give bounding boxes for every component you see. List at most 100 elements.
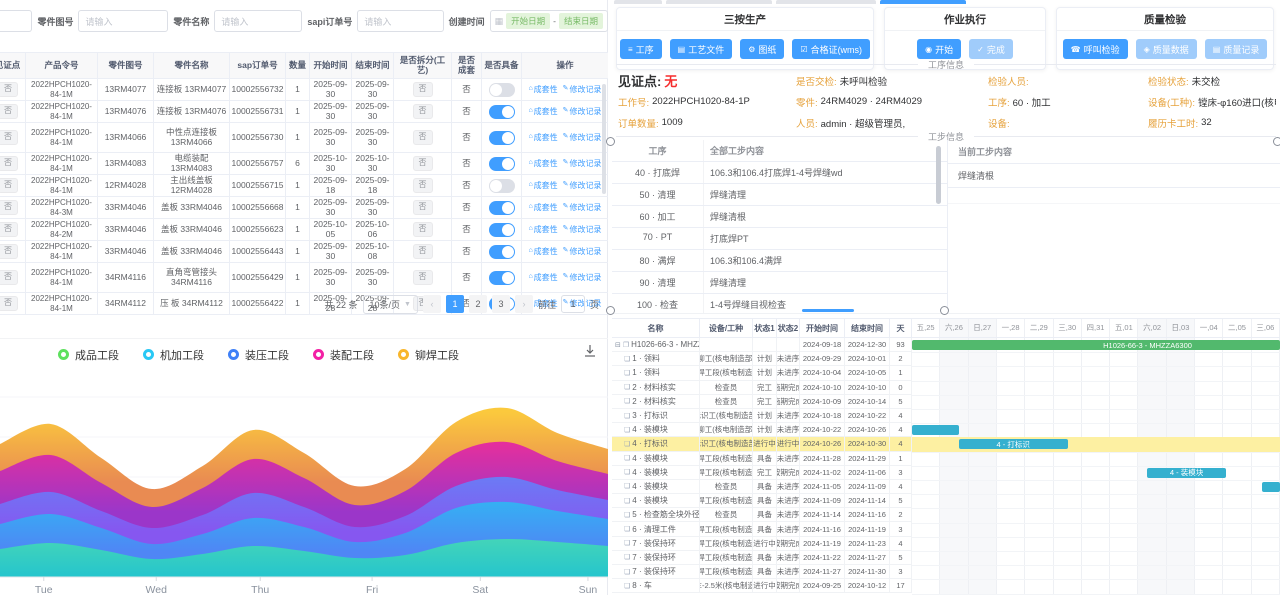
suite-link[interactable]: ⌂成套性 — [528, 181, 557, 190]
suite-link[interactable]: ⌂成套性 — [528, 85, 557, 94]
ready-toggle[interactable] — [489, 223, 515, 237]
ready-toggle[interactable] — [489, 179, 515, 193]
legend-item-装配工段[interactable]: 装配工段 — [313, 347, 374, 363]
record-link[interactable]: ✎修改记录 — [563, 85, 602, 94]
part-drawing-no-input[interactable]: 请输入 — [78, 10, 168, 32]
step-row[interactable]: 50 · 清理焊缝清理 — [612, 184, 947, 206]
page-size-select[interactable]: 10条/页 ▼ — [363, 295, 418, 314]
gantt-row[interactable]: ❏4 · 装模块铆焊工段(核电制造部)具备未进序2024-11-092024-1… — [612, 494, 912, 508]
ready-toggle[interactable] — [489, 271, 515, 285]
gantt-row[interactable]: ❏4 · 装模块铆焊工段(核电制造部)完工按期完成2024-11-022024-… — [612, 466, 912, 480]
suite-link[interactable]: ⌂成套性 — [528, 203, 557, 212]
step-row[interactable]: 80 · 满焊106.3和106.4满焊 — [612, 250, 947, 272]
steps-vertical-scrollbar[interactable] — [936, 146, 941, 204]
resize-handle-bottom-left[interactable] — [606, 306, 615, 315]
step-row[interactable]: 100 · 检查1-4号焊缝目视检查 — [612, 294, 947, 313]
gantt-bar[interactable]: H1026-66-3 - MHZZA6300 — [912, 340, 1280, 350]
legend-item-成品工段[interactable]: 成品工段 — [58, 347, 119, 363]
edit-icon: ✎ — [563, 159, 569, 167]
gantt-bar[interactable] — [1262, 482, 1280, 492]
prev-page-button[interactable]: ‹ — [423, 295, 441, 313]
step-row[interactable]: 70 · PT打底焊PT — [612, 228, 947, 250]
timeline-row-line — [912, 466, 1280, 467]
record-link[interactable]: ✎修改记录 — [563, 107, 602, 116]
goto-page-input[interactable]: 1 — [561, 295, 585, 313]
button-工艺文件[interactable]: ▤工艺文件 — [670, 39, 733, 59]
record-link[interactable]: ✎修改记录 — [563, 203, 602, 212]
button-工序[interactable]: ≡工序 — [620, 39, 662, 59]
step-row[interactable]: 40 · 打底焊106.3和106.4打底焊1-4号焊缝wd — [612, 162, 947, 184]
page-button-3[interactable]: 3 — [492, 295, 510, 313]
gantt-row[interactable]: ❏7 · 装保持环铆焊工段(核电制造部)具备未进序2024-11-272024-… — [612, 565, 912, 579]
page-button-1[interactable]: 1 — [446, 295, 464, 313]
tab-3[interactable] — [776, 0, 876, 4]
ready-toggle[interactable] — [489, 245, 515, 259]
ready-toggle[interactable] — [489, 131, 515, 145]
step-row[interactable]: 60 · 加工焊缝清根 — [612, 206, 947, 228]
partial-filter-input[interactable] — [0, 10, 32, 32]
legend-item-铆焊工段[interactable]: 铆焊工段 — [398, 347, 459, 363]
tab-active[interactable] — [880, 0, 966, 4]
gantt-row[interactable]: ❏7 · 装保持环铆焊工段(核电制造部)具备未进序2024-11-222024-… — [612, 551, 912, 565]
next-page-button[interactable]: › — [515, 295, 533, 313]
ready-toggle[interactable] — [489, 83, 515, 97]
suite-link[interactable]: ⌂成套性 — [528, 247, 557, 256]
part-name-input[interactable]: 请输入 — [214, 10, 302, 32]
gantt-row[interactable]: ❏1 · 领料铆工(核电制造部)计划未进序2024-09-292024-10-0… — [612, 352, 912, 366]
button-图纸[interactable]: ⚙图纸 — [740, 39, 784, 59]
ready-toggle[interactable] — [489, 201, 515, 215]
button-质量数据[interactable]: ◈质量数据 — [1136, 39, 1197, 59]
gantt-row[interactable]: ❏4 · 装模块铆焊工段(核电制造部)具备未进序2024-11-282024-1… — [612, 452, 912, 466]
gantt-bar[interactable] — [912, 425, 959, 435]
tab-1[interactable] — [614, 0, 662, 4]
button-呼叫检验[interactable]: ☎呼叫检验 — [1063, 39, 1128, 59]
tab-2[interactable] — [666, 0, 772, 4]
suite-link[interactable]: ⌂成套性 — [528, 107, 557, 116]
ready-toggle[interactable] — [489, 157, 515, 171]
resize-handle-bottom-mid[interactable] — [940, 306, 949, 315]
column-header: 产品令号 — [26, 53, 98, 78]
gantt-row[interactable]: ❏4 · 打标识标识工(核电制造部)进行中进行中2024-10-262024-1… — [612, 437, 912, 451]
gantt-row[interactable]: ❏7 · 装保持环铆焊工段(核电制造部)进行中按期完成2024-11-19202… — [612, 537, 912, 551]
collapse-icon[interactable]: ⊟ — [615, 341, 621, 349]
record-link[interactable]: ✎修改记录 — [563, 247, 602, 256]
step-row[interactable]: 90 · 清理焊缝清理 — [612, 272, 947, 294]
button-合格证(wms)[interactable]: ☑合格证(wms) — [792, 39, 870, 59]
gantt-row[interactable]: ❏1 · 领料铆焊工段(核电制造部)计划未进序2024-10-042024-10… — [612, 366, 912, 380]
resize-handle-top-right[interactable] — [1273, 137, 1280, 146]
gantt-row[interactable]: ❏4 · 装模块检查员具备未进序2024-11-052024-11-094 — [612, 480, 912, 494]
gantt-row[interactable]: ⊟❐H1026-66-3 - MHZZA63002024-09-182024-1… — [612, 338, 912, 352]
gantt-row[interactable]: ❏5 · 检查筋全块外径检查员具备未进序2024-11-142024-11-16… — [612, 508, 912, 522]
record-link[interactable]: ✎修改记录 — [563, 133, 602, 142]
button-完成[interactable]: ✓完成 — [969, 39, 1013, 59]
record-link[interactable]: ✎修改记录 — [563, 225, 602, 234]
gantt-status1-cell: 计划 — [753, 423, 777, 436]
gantt-row[interactable]: ❏2 · 材料核实检查员完工拖期完成2024-10-102024-10-100 — [612, 381, 912, 395]
legend-item-机加工段[interactable]: 机加工段 — [143, 347, 204, 363]
download-icon[interactable] — [583, 344, 597, 363]
record-link[interactable]: ✎修改记录 — [563, 159, 602, 168]
button-质量记录[interactable]: ▤质量记录 — [1205, 39, 1268, 59]
resize-handle-top-left[interactable] — [606, 137, 615, 146]
legend-item-装压工段[interactable]: 装压工段 — [228, 347, 289, 363]
gantt-bar[interactable]: 4 - 装模块 — [1147, 468, 1226, 478]
record-link[interactable]: ✎修改记录 — [563, 181, 602, 190]
suite-link[interactable]: ⌂成套性 — [528, 225, 557, 234]
created-time-range-picker[interactable]: ▦ 开始日期 - 结束日期 — [490, 10, 608, 32]
gantt-row[interactable]: ❏2 · 材料核实检查员完工拖期完成2024-10-092024-10-145 — [612, 395, 912, 409]
gantt-bar[interactable]: 4 - 打标识 — [959, 439, 1068, 449]
sap-order-input[interactable]: 请输入 — [357, 10, 443, 32]
ready-toggle[interactable] — [489, 105, 515, 119]
page-button-2[interactable]: 2 — [469, 295, 487, 313]
column-header-label: 零件图号 — [108, 61, 142, 71]
button-开始[interactable]: ◉开始 — [917, 39, 961, 59]
suite-link[interactable]: ⌂成套性 — [528, 133, 557, 142]
suite-link[interactable]: ⌂成套性 — [528, 273, 557, 282]
gantt-row[interactable]: ❏3 · 打标识标识工(核电制造部)计划未进序2024-10-182024-10… — [612, 409, 912, 423]
suite-link[interactable]: ⌂成套性 — [528, 159, 557, 168]
record-link[interactable]: ✎修改记录 — [563, 273, 602, 282]
gantt-row[interactable]: ❏8 · 车立车-2.5米(核电制造部)进行中按期完成2024-09-25202… — [612, 579, 912, 593]
gantt-row[interactable]: ❏4 · 装模块铆工(核电制造部)计划未进序2024-10-222024-10-… — [612, 423, 912, 437]
steps-horizontal-scrollbar[interactable] — [802, 309, 854, 312]
gantt-row[interactable]: ❏6 · 清理工件铆焊工段(核电制造部)具备未进序2024-11-162024-… — [612, 522, 912, 536]
